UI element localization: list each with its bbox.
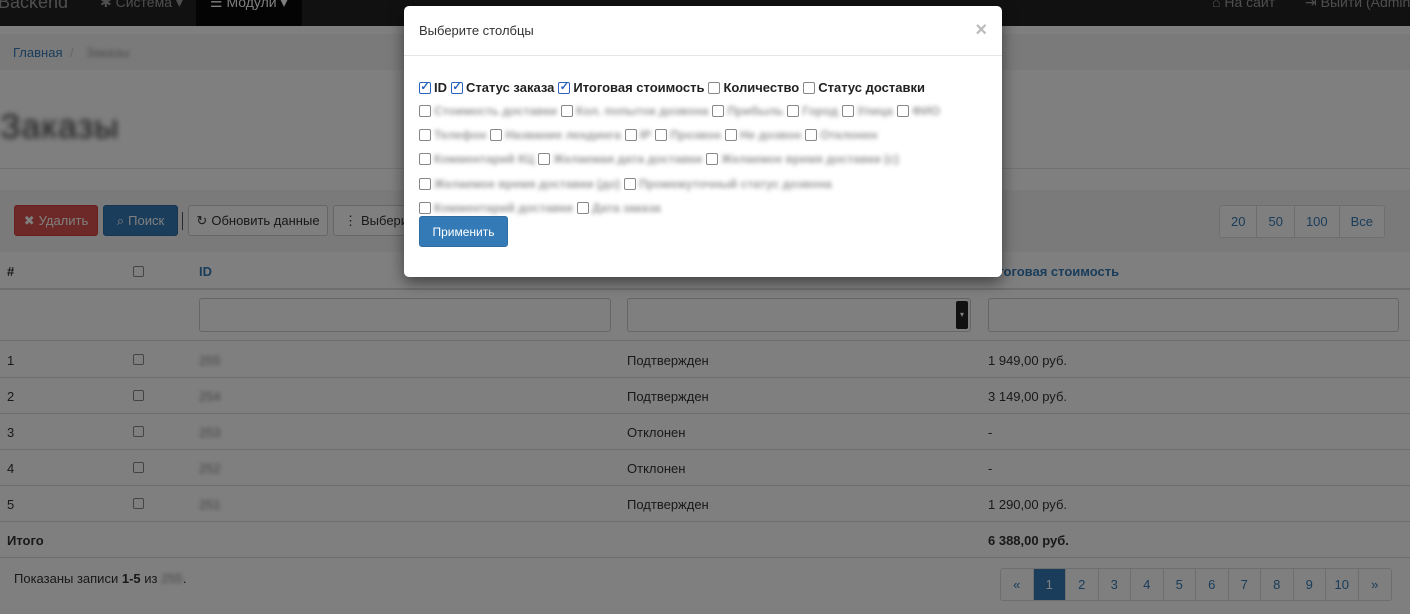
column-label[interactable]: IP — [640, 128, 651, 142]
column-label[interactable]: Желаемая дата доставки — [553, 152, 702, 166]
column-options-line: Телефон Название лендинга IP Прозвон Не дозв… — [419, 128, 882, 142]
column-checkbox[interactable] — [896, 105, 909, 117]
column-checkbox[interactable] — [787, 105, 800, 117]
column-checkbox[interactable] — [724, 129, 737, 141]
column-checkbox[interactable] — [419, 105, 431, 117]
column-checkbox[interactable] — [842, 105, 855, 117]
column-label[interactable]: Желаемое время доставки (с) — [721, 152, 899, 166]
column-checkbox[interactable] — [419, 202, 431, 214]
column-options-line: Комментарий КЦ Желаемая дата доставки Жела… — [419, 152, 903, 166]
choose-columns-modal: Выберите столбцы × ID Статус заказа Итогов… — [404, 6, 1002, 277]
column-label[interactable]: Город — [802, 104, 838, 118]
column-options-line: Стоимость доставки Кол. попыток дозвона Пр… — [419, 104, 944, 118]
close-icon[interactable]: × — [975, 20, 987, 40]
column-label[interactable]: Промежуточный статус дозвона — [639, 177, 832, 191]
column-checkbox[interactable] — [803, 81, 816, 94]
column-options-line: ID Статус заказа Итоговая стоимость Количес… — [419, 80, 929, 95]
modal-title: Выберите столбцы — [419, 23, 534, 38]
column-label[interactable]: Статус доставки — [818, 80, 925, 95]
column-label[interactable]: Количество — [723, 80, 799, 95]
column-label[interactable]: Итоговая стоимость — [573, 80, 704, 95]
column-label[interactable]: Статус заказа — [466, 80, 554, 95]
column-checkbox[interactable] — [712, 105, 725, 117]
column-label[interactable]: Название лендинга — [505, 128, 620, 142]
column-label[interactable]: ID — [434, 80, 447, 95]
column-checkbox[interactable] — [451, 81, 463, 94]
column-label[interactable]: ФИО — [912, 104, 940, 118]
column-label[interactable]: Кол. попыток дозвона — [576, 104, 708, 118]
column-label[interactable]: Прозвон — [670, 128, 721, 142]
column-label[interactable]: Отклонен — [820, 128, 877, 142]
column-checkbox[interactable] — [490, 129, 503, 141]
column-checkbox[interactable] — [419, 178, 431, 190]
column-checkbox[interactable] — [558, 81, 571, 94]
column-checkbox[interactable] — [624, 129, 637, 141]
column-options-line: Желаемое время доставки (до) Промежуточны… — [419, 177, 836, 191]
modal-header: Выберите столбцы × — [404, 6, 1002, 56]
column-checkbox[interactable] — [419, 81, 431, 94]
column-checkbox[interactable] — [623, 178, 636, 190]
column-checkbox[interactable] — [538, 153, 551, 165]
column-checkbox[interactable] — [655, 129, 668, 141]
column-checkbox[interactable] — [708, 81, 721, 94]
column-checkbox[interactable] — [576, 202, 589, 214]
column-label[interactable]: Дата заказа — [592, 201, 661, 215]
column-checkbox[interactable] — [805, 129, 818, 141]
column-label[interactable]: Прибыль — [727, 104, 783, 118]
column-label[interactable]: Стоимость доставки — [434, 104, 557, 118]
column-checkbox[interactable] — [706, 153, 719, 165]
column-checkbox[interactable] — [561, 105, 574, 117]
column-label[interactable]: Телефон — [434, 128, 486, 142]
apply-button[interactable]: Применить — [419, 216, 508, 247]
column-checkbox[interactable] — [419, 153, 431, 165]
column-label[interactable]: Желаемое время доставки (до) — [434, 177, 620, 191]
column-label[interactable]: Улица — [857, 104, 893, 118]
column-checkbox[interactable] — [419, 129, 431, 141]
column-label[interactable]: Комментарий доставки — [434, 201, 573, 215]
column-options-line: Комментарий доставки Дата заказа — [419, 201, 665, 215]
column-label[interactable]: Не дозвон — [740, 128, 801, 142]
column-label[interactable]: Комментарий КЦ — [434, 152, 534, 166]
